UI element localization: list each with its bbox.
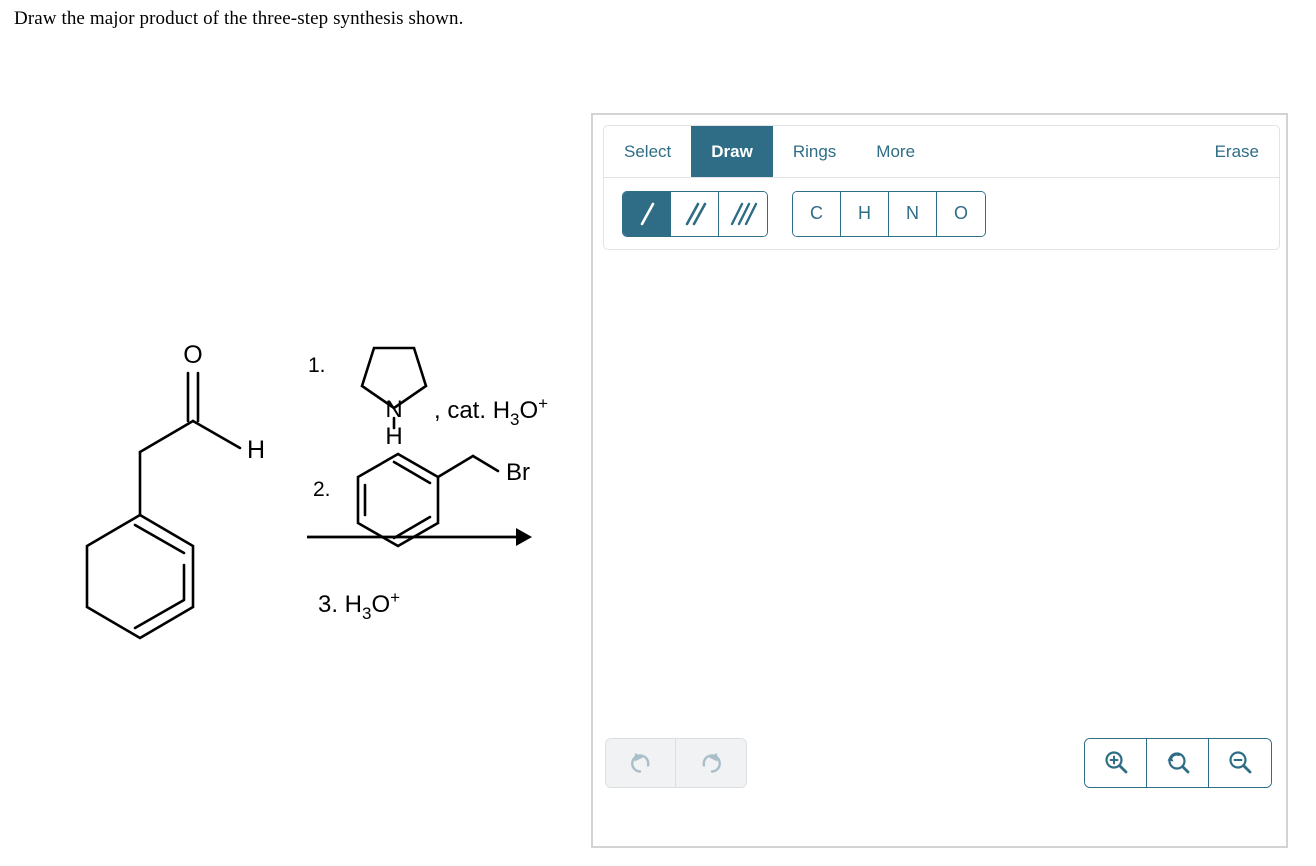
- editor-tool-row: C H N O: [603, 178, 1280, 250]
- reactant-benzene-ring: [85, 513, 195, 640]
- zoom-in-button[interactable]: [1085, 739, 1147, 787]
- triple-bond-icon: [730, 202, 758, 225]
- tab-more[interactable]: More: [856, 126, 935, 177]
- atom-button-nitrogen[interactable]: N: [889, 191, 937, 236]
- single-bond-icon: [640, 202, 654, 225]
- bond-tool-group: [622, 190, 768, 237]
- tab-select[interactable]: Select: [604, 126, 691, 177]
- atom-button-hydrogen[interactable]: H: [841, 191, 889, 236]
- tab-row-spacer: [935, 126, 1195, 177]
- triple-bond-button[interactable]: [719, 191, 767, 236]
- step-1-number: 1.: [308, 354, 326, 377]
- reaction-scheme: O H 1. N H , cat. H3O+ 2. Br 3. H3O+: [0, 300, 580, 700]
- zoom-reset-button[interactable]: [1147, 739, 1209, 787]
- page-title: Draw the major product of the three-step…: [14, 8, 464, 29]
- molecule-editor-panel: Select Draw Rings More Erase C H N O: [591, 113, 1288, 848]
- tab-rings[interactable]: Rings: [773, 126, 856, 177]
- atom-button-carbon[interactable]: C: [793, 191, 841, 236]
- reactant-oxygen-label: O: [183, 341, 202, 369]
- history-button-group: [605, 738, 747, 788]
- benzylbromide-benzene-ring: [356, 452, 440, 548]
- editor-tab-row: Select Draw Rings More Erase: [603, 125, 1280, 178]
- atom-button-oxygen[interactable]: O: [937, 191, 985, 236]
- double-bond-button[interactable]: [671, 191, 719, 236]
- redo-button[interactable]: [676, 739, 746, 787]
- redo-icon: [702, 753, 721, 773]
- reaction-arrow: [307, 528, 532, 546]
- step-3-text: 3. H3O+: [318, 588, 400, 623]
- zoom-in-icon: [1104, 751, 1127, 774]
- atom-tool-group: C H N O: [792, 190, 986, 237]
- reactant-aldehyde-h-label: H: [247, 436, 265, 464]
- zoom-reset-icon: [1167, 752, 1189, 774]
- zoom-out-icon: [1229, 751, 1252, 774]
- pyrrolidine-n-label: N: [385, 396, 402, 423]
- zoom-out-button[interactable]: [1209, 739, 1271, 787]
- erase-button[interactable]: Erase: [1195, 126, 1279, 177]
- single-bond-button[interactable]: [623, 191, 671, 236]
- pyrrolidine-nh-label: H: [385, 423, 402, 450]
- double-bond-icon: [685, 202, 706, 225]
- undo-icon: [630, 753, 649, 773]
- tab-draw[interactable]: Draw: [691, 126, 773, 177]
- step-1-reagent-text: , cat. H3O+: [434, 394, 548, 429]
- benzylbromide-br-label: Br: [506, 459, 530, 486]
- step-2-number: 2.: [313, 478, 331, 501]
- undo-button[interactable]: [606, 739, 676, 787]
- zoom-button-group: [1084, 738, 1272, 788]
- editor-toolbar: Select Draw Rings More Erase C H N O: [603, 125, 1280, 250]
